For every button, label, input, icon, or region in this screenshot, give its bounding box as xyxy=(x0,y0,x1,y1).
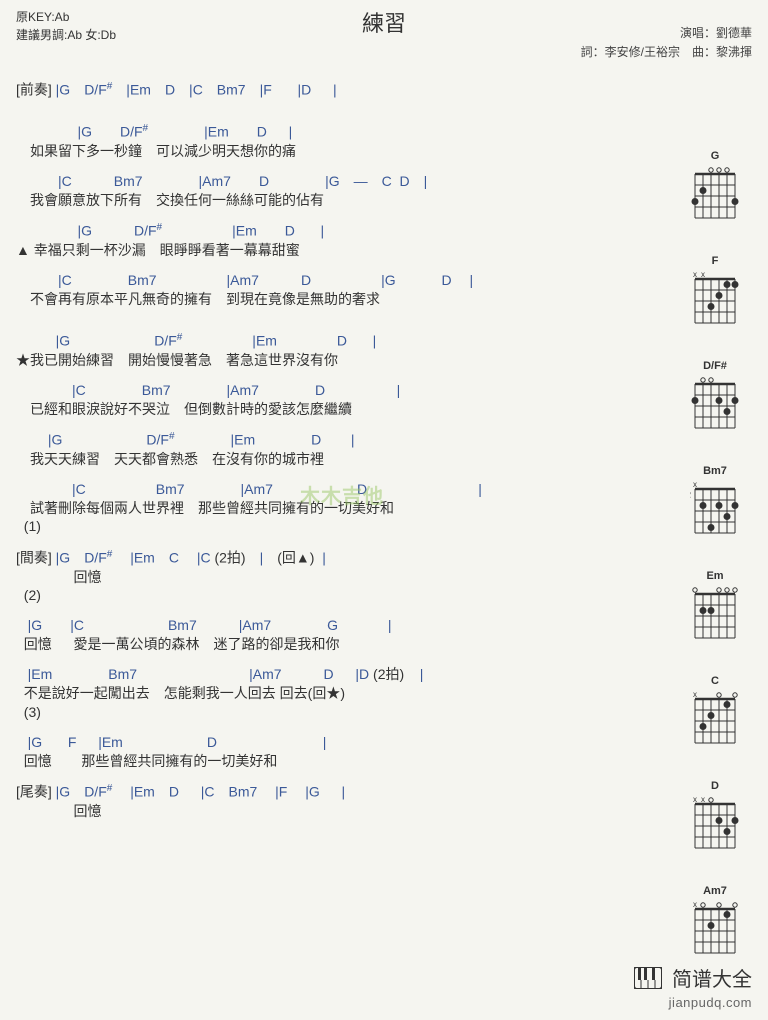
lyric-line: 回憶 xyxy=(16,802,752,820)
chord-line: |C Bm7 |Am7 D | xyxy=(16,381,752,399)
chord-line: |G |C Bm7 |Am7 G | xyxy=(16,616,752,634)
chord-line: |C Bm7 |Am7 D | xyxy=(16,480,752,498)
chord-diagram: Am7 x xyxy=(680,885,750,960)
diagram-label: Bm7 xyxy=(680,465,750,477)
lyric-line: 如果留下多一秒鐘 可以減少明天想你的痛 xyxy=(16,142,752,160)
chord-diagram: Fxx xyxy=(680,255,750,330)
writer-credit: 詞：李安修/王裕宗 曲：黎沸揮 xyxy=(581,43,752,62)
lyric-line: 不會再有原本平凡無奇的擁有 到現在竟像是無助的奢求 xyxy=(16,290,752,308)
lyric-line: (3) xyxy=(16,703,752,721)
lyric-line: 不是說好一起闖出去 怎能剩我一人回去 回去(回★) xyxy=(16,684,752,702)
watermark: 木木吉他 xyxy=(300,480,384,509)
footer-url: jianpudq.com xyxy=(634,995,752,1010)
chord-line: [尾奏] |G D/F# |Em D |C Bm7 |F |G | xyxy=(16,782,752,801)
svg-text:x: x xyxy=(693,690,697,699)
diagram-label: D xyxy=(680,780,750,792)
chord-line: |C Bm7 |Am7 D |G — C D | xyxy=(16,172,752,190)
lyric-line: 試著刪除每個兩人世界裡 那些曾經共同擁有的一切美好和 xyxy=(16,499,752,517)
svg-text:x: x xyxy=(693,270,697,279)
lyric-line: 已經和眼淚說好不哭泣 但倒數計時的愛該怎麼繼續 xyxy=(16,400,752,418)
lyric-line: 回憶 那些曾經共同擁有的一切美好和 xyxy=(16,752,752,770)
chord-line: |G D/F# |Em D | xyxy=(16,221,752,240)
lyric-line: 我會願意放下所有 交換任何一絲絲可能的佔有 xyxy=(16,191,752,209)
lyric-line: 回憶 xyxy=(16,568,752,586)
chord-line: |C Bm7 |Am7 D |G D | xyxy=(16,271,752,289)
piano-icon xyxy=(634,967,662,995)
svg-text:x: x xyxy=(701,795,705,804)
diagram-label: D/F# xyxy=(680,360,750,372)
lyric-line: (2) xyxy=(16,586,752,604)
svg-text:x: x xyxy=(693,795,697,804)
chord-diagram: Bm7 x2 xyxy=(680,465,750,540)
chord-line: |G F |Em D | xyxy=(16,733,752,751)
chord-diagram: Dxx xyxy=(680,780,750,855)
footer-logo: 简谱大全 xyxy=(634,963,752,995)
footer: 简谱大全 jianpudq.com xyxy=(634,963,752,1010)
chord-line: |G D/F# |Em D | xyxy=(16,430,752,449)
diagram-label: F xyxy=(680,255,750,267)
content: [前奏] |G D/F# |Em D |C Bm7 |F |D | |G D/F… xyxy=(0,48,768,828)
chord-diagram: D/F# xyxy=(680,360,750,435)
chord-line: [間奏] |G D/F# |Em C |C (2拍) | (回▲) | xyxy=(16,548,752,567)
header: 原KEY:Ab 建議男調:Ab 女:Db 練習 演唱：劉德華 詞：李安修/王裕宗… xyxy=(0,0,768,48)
lyric-line: ★我已開始練習 開始慢慢著急 著急這世界沒有你 xyxy=(16,351,752,369)
diagram-label: C xyxy=(680,675,750,687)
chord-line: |G D/F# |Em D | xyxy=(16,331,752,350)
credits: 演唱：劉德華 詞：李安修/王裕宗 曲：黎沸揮 xyxy=(581,24,752,62)
svg-text:2: 2 xyxy=(690,491,692,500)
chord-diagram: G xyxy=(680,150,750,225)
lyric-line: 回憶 愛是一萬公頃的森林 迷了路的卻是我和你 xyxy=(16,635,752,653)
diagram-label: Am7 xyxy=(680,885,750,897)
diagram-label: Em xyxy=(680,570,750,582)
chord-diagram: Em xyxy=(680,570,750,645)
chord-line: [前奏] |G D/F# |Em D |C Bm7 |F |D | xyxy=(16,80,752,99)
song-title: 練習 xyxy=(362,6,406,38)
lyric-line: ▲ 幸福只剩一杯沙漏 眼睜睜看著一幕幕甜蜜 xyxy=(16,241,752,259)
svg-text:x: x xyxy=(693,480,697,489)
chord-diagrams: GFxxD/F#Bm7x2EmCxDxxAm7x xyxy=(680,150,750,990)
lyric-line: (1) xyxy=(16,517,752,535)
svg-text:x: x xyxy=(693,900,697,909)
svg-text:x: x xyxy=(701,270,705,279)
chord-line: |G D/F# |Em D | xyxy=(16,122,752,141)
singer-credit: 演唱：劉德華 xyxy=(581,24,752,43)
chord-diagram: Cx xyxy=(680,675,750,750)
diagram-label: G xyxy=(680,150,750,162)
lyric-line: 我天天練習 天天都會熟悉 在沒有你的城市裡 xyxy=(16,450,752,468)
chord-line: |Em Bm7 |Am7 D |D (2拍) | xyxy=(16,665,752,683)
